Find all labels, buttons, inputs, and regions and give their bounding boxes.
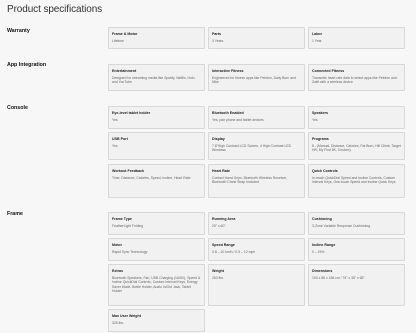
spec-card-display: Display 7.8"High Contrast LCD Screen, 4 H…	[208, 132, 305, 160]
spec-key: Display	[212, 137, 225, 141]
spec-value: Contact Hand Grips, Bluetooth Wireless R…	[212, 175, 288, 185]
spec-card-weight: Weight 253 lbs.	[208, 264, 305, 306]
spec-key: Running Area	[212, 217, 236, 221]
spec-value: 7.8"High Contrast LCD Screen, 4 High Con…	[212, 143, 292, 153]
section-label-app-integration: App Integration	[7, 62, 47, 68]
spec-key: Cushioning	[312, 217, 332, 221]
spec-card-max-user-weight: Max User Weight 325 lbs.	[108, 309, 205, 332]
spec-card-motor: Motor Rapid Sync Technology	[108, 238, 205, 261]
spec-value: 0.8 – 10 km/h / 0.5 – 12 mph	[212, 249, 256, 254]
spec-value: 20" x 60"	[212, 223, 226, 228]
spec-key: Motor	[112, 243, 122, 247]
spec-key: Interactive Fitness	[212, 69, 244, 73]
spec-key: Extras	[112, 269, 123, 273]
spec-card-labor: Labor 1 Year	[308, 27, 405, 49]
spec-card-connected-fitness: Connected Fitness Transmits heart rate da…	[308, 64, 405, 91]
spec-key: Speakers	[312, 111, 328, 115]
spec-card-bluetooth: Bluetooth Enabled Yes, pair phone and tab…	[208, 106, 305, 129]
spec-key: Weight	[212, 269, 224, 273]
spec-value: Bluetooth Speakers, Fan, USB Charging (1…	[112, 275, 201, 294]
spec-value: Time, Distance, Calories, Speed, Incline…	[112, 175, 191, 180]
spec-key: USB Port	[112, 137, 128, 141]
spec-card-heart-rate: Heart Rate Contact Hand Grips, Bluetooth …	[208, 164, 305, 198]
spec-key: Eye-level tablet holder	[112, 111, 151, 115]
spec-key: Connected Fitness	[312, 69, 345, 73]
spec-card-interactive-fitness: Interactive Fitness Engineered for fitnes…	[208, 64, 305, 91]
spec-value: Lifetime	[112, 38, 124, 43]
spec-value: 193 x 88 x 158 cm / 76" x 35" x 68"	[312, 275, 365, 280]
page-title: Product specifications	[7, 4, 103, 15]
spec-card-speakers: Speakers Yes	[308, 106, 405, 129]
spec-card-incline-range: Incline Range 0 – 15%	[308, 238, 405, 261]
spec-value: In-reach QuickDial Speed and Incline Con…	[312, 175, 396, 185]
spec-key: Heart Rate	[212, 169, 230, 173]
spec-key: Quick Controls	[312, 169, 338, 173]
spec-value: 253 lbs.	[212, 275, 224, 280]
spec-value: Yes	[112, 117, 118, 122]
spec-card-programs: Programs 8 - (Manual, Distance, Calories,…	[308, 132, 405, 160]
spec-key: Max User Weight	[112, 314, 141, 318]
spec-value: 0 – 15%	[312, 249, 325, 254]
spec-value: 3 Years	[212, 38, 224, 43]
spec-key: Entertainment	[112, 69, 137, 73]
spec-key: Programs	[312, 137, 329, 141]
spec-card-usb-port: USB Port Yes	[108, 132, 205, 160]
spec-value: Yes	[112, 143, 118, 148]
spec-key: Frame & Motor	[112, 32, 138, 36]
spec-card-extras: Extras Bluetooth Speakers, Fan, USB Charg…	[108, 264, 205, 306]
spec-key: Parts	[212, 32, 221, 36]
spec-card-running-area: Running Area 20" x 60"	[208, 212, 305, 235]
spec-card-speed-range: Speed Range 0.8 – 10 km/h / 0.5 – 12 mph	[208, 238, 305, 261]
spec-value: FeatherLight Folding	[112, 223, 144, 228]
spec-card-workout-feedback: Workout Feedback Time, Distance, Calories…	[108, 164, 205, 198]
spec-value: 325 lbs.	[112, 320, 124, 325]
spec-key: Speed Range	[212, 243, 235, 247]
spec-value: 1 Year	[312, 38, 322, 43]
spec-value: Engineered for fitness apps like Peloton…	[212, 75, 296, 85]
spec-key: Bluetooth Enabled	[212, 111, 244, 115]
spec-value: 8 - (Manual, Distance, Calories, Fat Bur…	[312, 143, 401, 153]
section-label-warranty: Warranty	[7, 28, 30, 34]
spec-value: Yes, pair phone and tablet devices	[212, 117, 264, 122]
spec-key: Incline Range	[312, 243, 336, 247]
spec-card-frame-motor: Frame & Motor Lifetime	[108, 27, 205, 49]
spec-card-entertainment: Entertainment Designed for streaming medi…	[108, 64, 205, 91]
spec-key: Workout Feedback	[112, 169, 145, 173]
spec-key: Dimensions	[312, 269, 333, 273]
spec-card-dimensions: Dimensions 193 x 88 x 158 cm / 76" x 35" …	[308, 264, 405, 306]
spec-card-tablet-holder: Eye-level tablet holder Yes	[108, 106, 205, 129]
spec-value: Designed for streaming media like Spotif…	[112, 75, 195, 85]
spec-value: Yes	[312, 117, 318, 122]
spec-key: Frame Type	[112, 217, 132, 221]
spec-card-cushioning: Cushioning 3-Zone Variable Response Cushi…	[308, 212, 405, 235]
spec-card-quick-controls: Quick Controls In-reach QuickDial Speed a…	[308, 164, 405, 198]
spec-card-parts: Parts 3 Years	[208, 27, 305, 49]
spec-value: Transmits heart rate data to select apps…	[312, 75, 397, 85]
spec-key: Labor	[312, 32, 322, 36]
section-label-frame: Frame	[7, 211, 23, 217]
spec-value: 3-Zone Variable Response Cushioning	[312, 223, 370, 228]
section-label-console: Console	[7, 105, 28, 111]
spec-card-frame-type: Frame Type FeatherLight Folding	[108, 212, 205, 235]
spec-value: Rapid Sync Technology	[112, 249, 148, 254]
